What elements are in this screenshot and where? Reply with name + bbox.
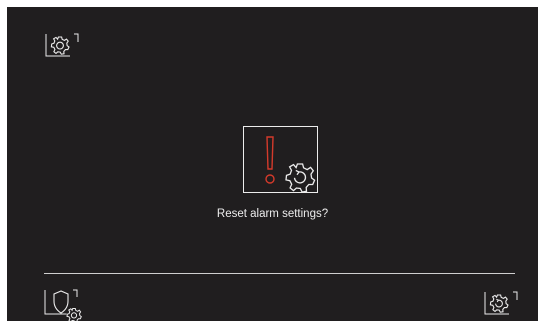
alarm-settings-button[interactable] bbox=[44, 286, 84, 321]
device-screen: Reset alarm settings? bbox=[7, 7, 538, 321]
settings-button-bottom[interactable] bbox=[483, 288, 519, 320]
settings-button[interactable] bbox=[44, 30, 80, 62]
gear-icon bbox=[484, 291, 518, 315]
exclamation-icon bbox=[265, 136, 275, 184]
gear-icon bbox=[285, 162, 316, 193]
divider bbox=[44, 273, 515, 274]
gear-icon bbox=[45, 33, 79, 57]
reset-alarm-settings-prompt: Reset alarm settings? bbox=[216, 208, 329, 220]
shield-gear-icon bbox=[44, 289, 82, 321]
alarm-reset-warning-icon bbox=[242, 125, 324, 201]
